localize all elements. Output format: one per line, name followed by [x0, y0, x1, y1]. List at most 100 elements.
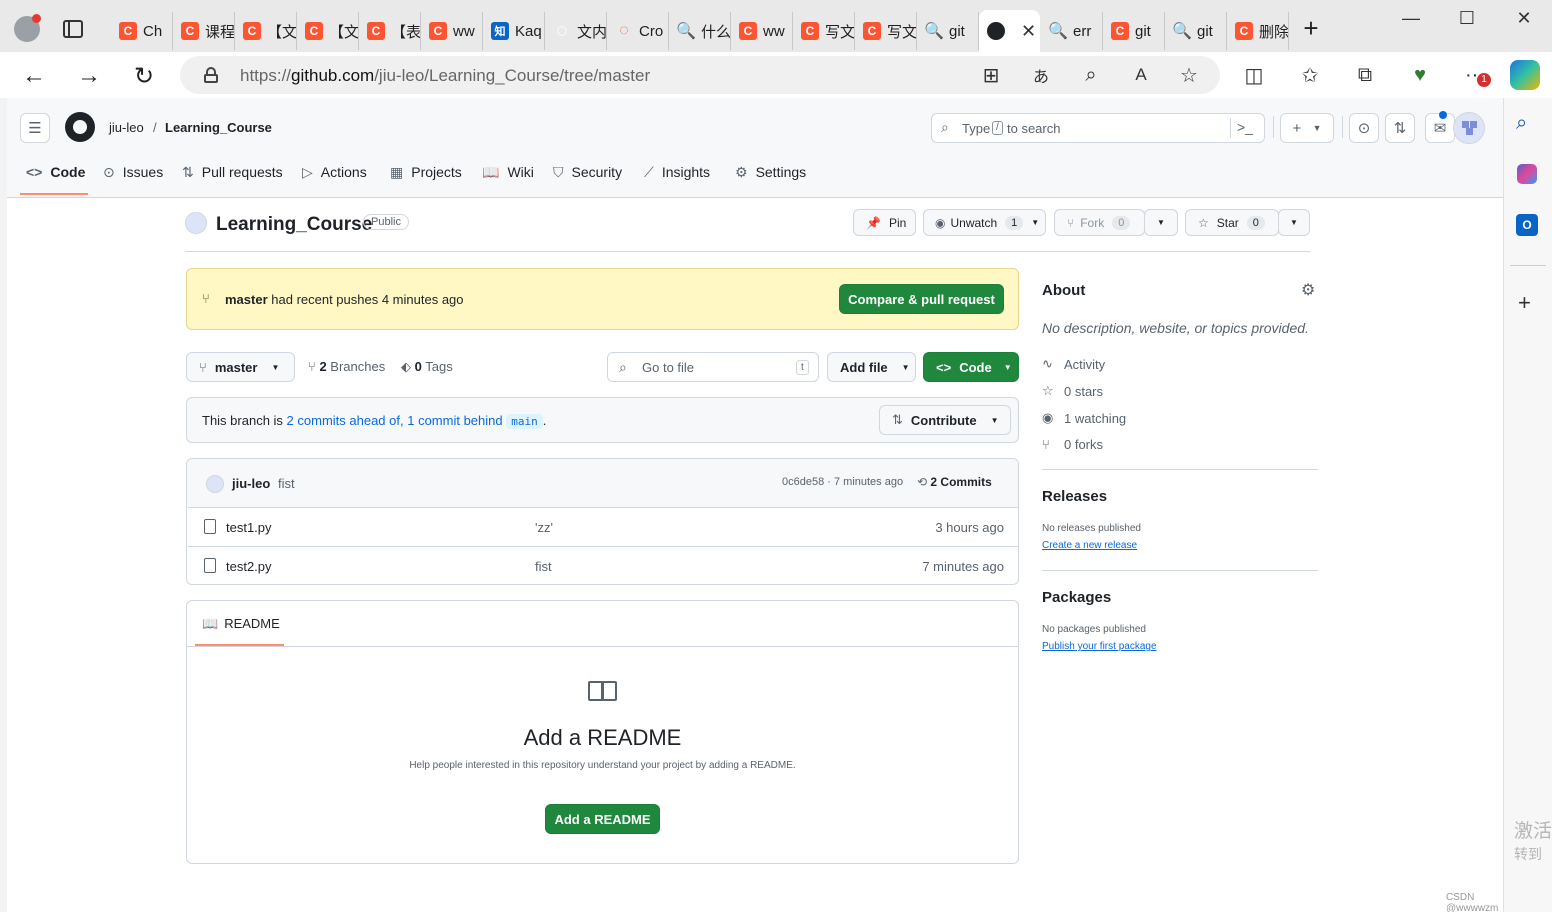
- minimize-button[interactable]: —: [1396, 8, 1426, 29]
- menu-button[interactable]: ☰: [20, 113, 50, 143]
- code-button[interactable]: <> Code ▼: [923, 352, 1019, 382]
- close-window-button[interactable]: ✕: [1509, 8, 1539, 29]
- m365-icon[interactable]: [1517, 164, 1537, 184]
- about-item[interactable]: ⑂ 0 forks: [1042, 437, 1103, 452]
- commits-history-link[interactable]: ⟲ 2 Commits: [917, 475, 992, 489]
- browser-tab[interactable]: C 写文: [793, 12, 855, 50]
- file-name[interactable]: test2.py: [226, 559, 272, 574]
- issues-icon[interactable]: ⊙: [1349, 113, 1379, 143]
- base-branch-label[interactable]: main: [506, 414, 543, 429]
- repo-owner-avatar[interactable]: [185, 212, 207, 234]
- commit-sha-time[interactable]: 0c6de58 · 7 minutes ago: [782, 476, 903, 488]
- fork-button[interactable]: ⑂ Fork 0: [1054, 209, 1145, 236]
- branch-selector[interactable]: ⑂ master ▼: [186, 352, 295, 382]
- browser-tab[interactable]: 🔍 git: [1165, 12, 1227, 50]
- zoom-icon[interactable]: ⌕: [1076, 60, 1106, 90]
- create-release-link[interactable]: Create a new release: [1042, 540, 1137, 551]
- back-button[interactable]: ←: [18, 60, 50, 92]
- browser-tab[interactable]: ⬡ 文内: [545, 12, 607, 50]
- search-icon[interactable]: ⌕: [1516, 112, 1527, 135]
- browser-tab[interactable]: C Ch: [111, 12, 173, 50]
- table-row[interactable]: test2.py fist 7 minutes ago: [188, 546, 1018, 584]
- commit-message[interactable]: fist: [278, 476, 295, 491]
- tab-code[interactable]: <> Code: [26, 161, 85, 183]
- outlook-icon[interactable]: O: [1516, 214, 1538, 236]
- browser-tab[interactable]: ◌ Cro: [607, 12, 669, 50]
- add-readme-button[interactable]: Add a README: [545, 804, 660, 834]
- add-file-button[interactable]: Add file ▼: [827, 352, 916, 382]
- github-logo-icon[interactable]: [65, 112, 95, 142]
- lock-icon[interactable]: [204, 67, 218, 83]
- tab-security[interactable]: ⛉ Security: [553, 161, 622, 183]
- favorite-star-icon[interactable]: ☆: [1174, 60, 1204, 90]
- contribute-button[interactable]: ⇅ Contribute ▼: [879, 405, 1011, 435]
- star-dropdown[interactable]: ▼: [1278, 209, 1310, 236]
- browser-tab[interactable]: 知 Kaq: [483, 12, 545, 50]
- commits-behind-link[interactable]: 1 commit behind: [407, 413, 502, 428]
- browser-tab[interactable]: 🔍 git: [917, 12, 979, 50]
- browser-tab[interactable]: C 【表: [359, 12, 421, 50]
- readme-tab[interactable]: 📖 README: [202, 616, 280, 632]
- about-item[interactable]: ☆ 0 stars: [1042, 383, 1103, 399]
- go-to-file-input[interactable]: ⌕ Go to file t: [607, 352, 819, 382]
- browser-tab[interactable]: Cww: [421, 12, 483, 50]
- publish-package-link[interactable]: Publish your first package: [1042, 641, 1157, 652]
- file-name[interactable]: test1.py: [226, 520, 272, 535]
- tab-settings[interactable]: ⚙ Settings: [735, 161, 806, 183]
- address-bar[interactable]: https://github.com/jiu-leo/Learning_Cour…: [180, 56, 1220, 94]
- new-tab-button[interactable]: +: [1298, 15, 1324, 42]
- browser-tab[interactable]: ✕: [979, 10, 1040, 52]
- tab-actions-icon[interactable]: [63, 20, 83, 38]
- tab-projects[interactable]: ▦ Projects: [390, 161, 462, 183]
- fork-dropdown[interactable]: ▼: [1144, 209, 1178, 236]
- read-aloud-icon[interactable]: A: [1126, 60, 1156, 90]
- create-new-button[interactable]: + ▼: [1280, 113, 1334, 143]
- branches-link[interactable]: ⑂ 2 Branches: [308, 359, 385, 374]
- browser-tab[interactable]: 🔍 什么: [669, 12, 731, 50]
- browser-tab[interactable]: C 写文: [855, 12, 917, 50]
- tab-pull-requests[interactable]: ⇅ Pull requests: [182, 161, 283, 183]
- tags-link[interactable]: ⬖ 0 Tags: [401, 359, 453, 375]
- star-button[interactable]: ☆ Star 0: [1185, 209, 1279, 236]
- browser-tab[interactable]: 🔍 err: [1041, 12, 1103, 50]
- commits-ahead-link[interactable]: 2 commits ahead of,: [287, 413, 404, 428]
- about-item[interactable]: ◉ 1 watching: [1042, 410, 1126, 426]
- releases-title[interactable]: Releases: [1042, 488, 1107, 505]
- health-icon[interactable]: ♥: [1405, 60, 1435, 90]
- refresh-button[interactable]: ↻: [128, 60, 160, 92]
- commit-author-avatar[interactable]: [206, 475, 224, 493]
- apps-icon[interactable]: ⊞: [976, 60, 1006, 90]
- favorites-icon[interactable]: ✩: [1295, 60, 1325, 90]
- pull-requests-icon[interactable]: ⇅: [1385, 113, 1415, 143]
- pin-button[interactable]: 📌 Pin: [853, 209, 916, 236]
- tab-insights[interactable]: ⟋ Insights: [644, 161, 710, 183]
- file-commit-message[interactable]: fist: [535, 559, 552, 574]
- terminal-icon[interactable]: >_: [1237, 119, 1253, 135]
- file-commit-message[interactable]: 'zz': [535, 520, 553, 535]
- repo-title[interactable]: Learning_Course: [216, 214, 372, 236]
- tab-actions[interactable]: ▷ Actions: [302, 161, 367, 183]
- about-item[interactable]: ∿ Activity: [1042, 356, 1105, 372]
- search-input[interactable]: ⌕ Type / to search >_: [931, 113, 1265, 143]
- tab-issues[interactable]: ⊙ Issues: [103, 161, 163, 183]
- split-screen-icon[interactable]: ◫: [1239, 60, 1269, 90]
- compare-pull-request-button[interactable]: Compare & pull request: [839, 284, 1004, 314]
- tab-wiki[interactable]: 📖 Wiki: [482, 161, 534, 183]
- translate-icon[interactable]: あ: [1026, 60, 1056, 90]
- table-row[interactable]: test1.py 'zz' 3 hours ago: [188, 507, 1018, 545]
- browser-tab[interactable]: C 删除: [1227, 12, 1289, 50]
- breadcrumb-owner[interactable]: jiu-leo: [109, 120, 144, 135]
- browser-tab[interactable]: Cgit: [1103, 12, 1165, 50]
- command-palette-icon[interactable]: [1230, 118, 1231, 138]
- about-settings-icon[interactable]: ⚙: [1301, 280, 1315, 300]
- packages-title[interactable]: Packages: [1042, 589, 1111, 606]
- collections-icon[interactable]: ⧉: [1350, 60, 1380, 90]
- close-tab-icon[interactable]: ✕: [1021, 21, 1036, 42]
- unwatch-button[interactable]: ◉ Unwatch 1 ▼: [923, 209, 1046, 236]
- browser-tab[interactable]: C 课程: [173, 12, 235, 50]
- maximize-button[interactable]: ☐: [1452, 8, 1482, 29]
- user-avatar[interactable]: [1453, 112, 1485, 144]
- add-sidebar-app-icon[interactable]: +: [1518, 290, 1531, 316]
- forward-button[interactable]: →: [73, 60, 105, 92]
- browser-tab[interactable]: Cww: [731, 12, 793, 50]
